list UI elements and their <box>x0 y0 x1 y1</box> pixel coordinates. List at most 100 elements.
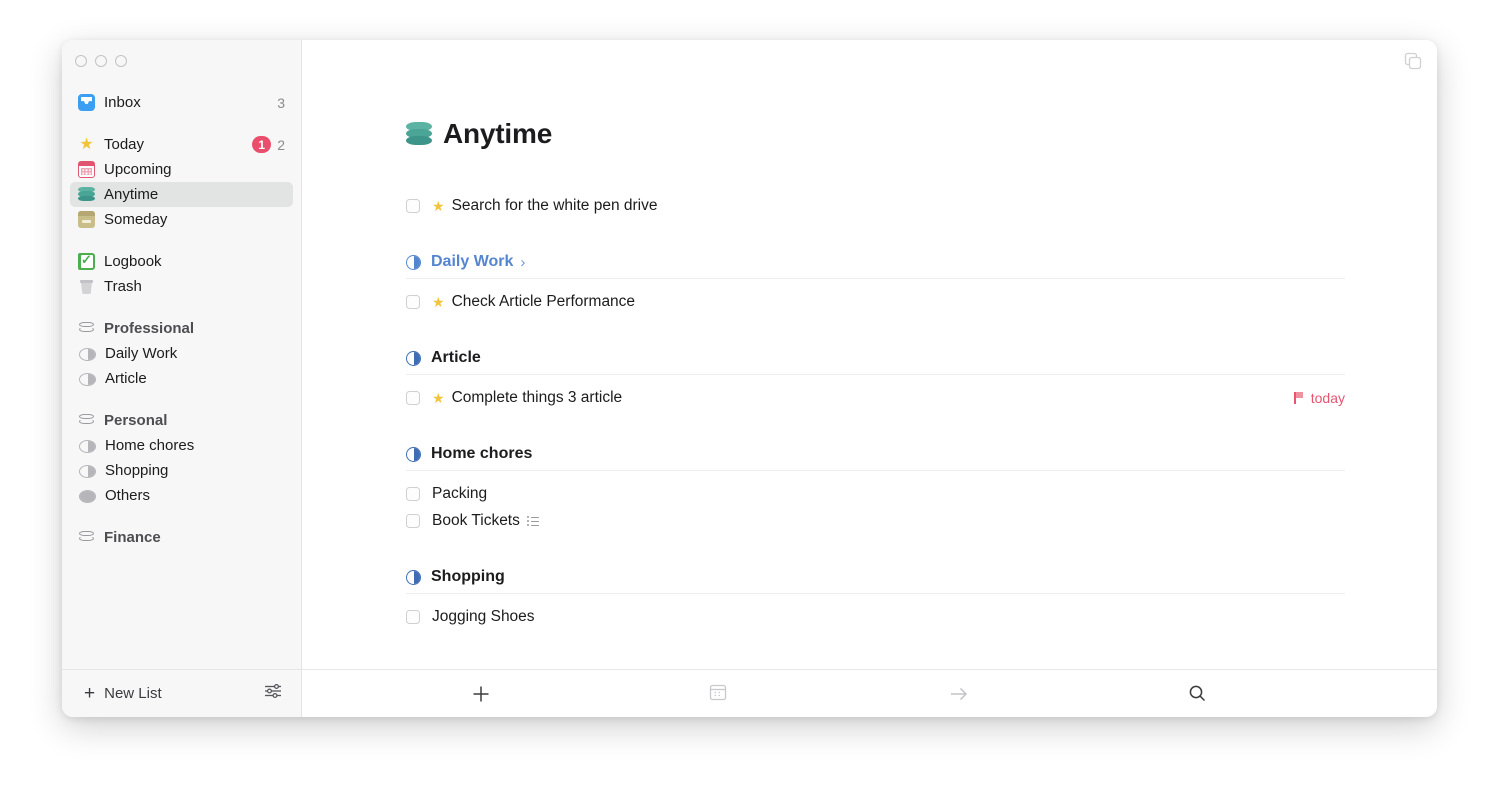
todo-checkbox[interactable] <box>406 514 420 528</box>
sidebar-item-daily-work[interactable]: Daily Work <box>70 341 293 366</box>
close-button[interactable] <box>75 55 87 67</box>
search-icon[interactable] <box>1185 681 1211 707</box>
group-title: Article <box>431 349 481 367</box>
copy-icon[interactable] <box>1402 50 1424 72</box>
bottom-toolbar: + New List <box>62 669 1437 717</box>
sliders-icon[interactable] <box>263 682 283 705</box>
group-items: Jogging Shoes <box>406 594 1345 630</box>
sidebar-item-inbox[interactable]: Inbox 3 <box>70 90 293 115</box>
pie-half-icon <box>79 373 96 386</box>
group-header[interactable]: Article <box>406 349 1345 375</box>
new-list-label: New List <box>104 685 162 702</box>
pie-half-icon <box>406 255 421 270</box>
stack-icon <box>78 320 95 337</box>
todo-title: Search for the white pen drive <box>452 197 658 215</box>
minimize-button[interactable] <box>95 55 107 67</box>
sidebar-item-upcoming[interactable]: Upcoming <box>70 157 293 182</box>
todo-group-daily-work: Daily Work › ★ Check Article Performance <box>406 253 1345 315</box>
status-badge: 1 <box>252 136 271 153</box>
sidebar: Inbox 3 ★ Today 1 2 <box>62 40 302 669</box>
sidebar-item-label: Upcoming <box>104 161 285 178</box>
sidebar-item-label: Home chores <box>105 437 285 454</box>
plus-icon: + <box>84 684 95 703</box>
flag-icon <box>1294 392 1305 404</box>
pie-half-icon <box>79 348 96 361</box>
sidebar-item-home-chores[interactable]: Home chores <box>70 433 293 458</box>
todo-item[interactable]: Packing <box>406 480 1345 507</box>
sidebar-item-label: Logbook <box>104 253 285 270</box>
toolbar-right <box>302 670 1437 717</box>
sidebar-area-personal[interactable]: Personal <box>70 408 293 433</box>
checklist-icon <box>527 516 539 527</box>
todo-group-home-chores: Home chores Packing Book Tickets <box>406 445 1345 534</box>
page-title-row: Anytime <box>406 118 1345 150</box>
sidebar-item-count: 2 <box>277 137 285 153</box>
todo-list-scroll: Anytime ★ Search for the white pen drive <box>302 40 1437 630</box>
traffic-lights <box>62 40 301 70</box>
todo-item[interactable]: ★ Complete things 3 article today <box>406 384 1345 411</box>
group-title: Daily Work <box>431 253 513 271</box>
todo-item[interactable]: Jogging Shoes <box>406 603 1345 630</box>
todo-title: Jogging Shoes <box>432 608 535 626</box>
group-header[interactable]: Daily Work › <box>406 253 1345 279</box>
todo-group-shopping: Shopping Jogging Shoes <box>406 568 1345 630</box>
schedule-calendar-button[interactable] <box>707 681 733 707</box>
sidebar-item-label: Someday <box>104 211 285 228</box>
sidebar-item-label: Article <box>105 370 285 387</box>
calendar-icon <box>78 161 95 178</box>
sidebar-item-anytime[interactable]: Anytime <box>70 182 293 207</box>
todo-title: Check Article Performance <box>452 293 636 311</box>
sidebar-item-someday[interactable]: Someday <box>70 207 293 232</box>
todo-checkbox[interactable] <box>406 391 420 405</box>
todo-checkbox[interactable] <box>406 610 420 624</box>
sidebar-item-shopping[interactable]: Shopping <box>70 458 293 483</box>
maximize-button[interactable] <box>115 55 127 67</box>
sidebar-item-others[interactable]: Others <box>70 483 293 508</box>
trash-icon <box>78 278 95 295</box>
todo-checkbox[interactable] <box>406 295 420 309</box>
sidebar-area-label: Finance <box>104 529 161 546</box>
sidebar-item-label: Shopping <box>105 462 285 479</box>
move-to-button[interactable] <box>946 681 972 707</box>
group-title: Home chores <box>431 445 532 463</box>
group-title: Shopping <box>431 568 505 586</box>
pie-half-icon <box>406 351 421 366</box>
sidebar-area-finance[interactable]: Finance <box>70 525 293 550</box>
when-tag-label: today <box>1311 390 1345 406</box>
pie-half-icon <box>406 447 421 462</box>
chevron-right-icon[interactable]: › <box>520 255 525 270</box>
sidebar-item-trash[interactable]: Trash <box>70 274 293 299</box>
todo-item[interactable]: Book Tickets <box>406 507 1345 534</box>
todo-checkbox[interactable] <box>406 487 420 501</box>
stack-icon <box>78 529 95 546</box>
group-items: ★ Check Article Performance <box>406 279 1345 315</box>
toolbar-left: + New List <box>62 670 302 717</box>
sidebar-group: ★ Today 1 2 Upcoming <box>62 132 301 232</box>
todo-item[interactable]: ★ Search for the white pen drive <box>406 192 1345 219</box>
todo-title: Complete things 3 article <box>452 389 623 407</box>
todo-checkbox[interactable] <box>406 199 420 213</box>
layers-icon <box>78 186 95 203</box>
when-tag[interactable]: today <box>1294 390 1345 406</box>
sidebar-group: Logbook Trash <box>62 249 301 299</box>
sidebar-area-professional[interactable]: Professional <box>70 316 293 341</box>
sidebar-item-article[interactable]: Article <box>70 366 293 391</box>
new-list-button[interactable]: + New List <box>84 684 162 703</box>
todo-item[interactable]: ★ Check Article Performance <box>406 288 1345 315</box>
add-todo-button[interactable] <box>468 681 494 707</box>
page-title: Anytime <box>443 118 552 150</box>
stack-icon <box>78 412 95 429</box>
sidebar-item-today[interactable]: ★ Today 1 2 <box>70 132 293 157</box>
pie-full-icon <box>79 490 96 503</box>
inbox-tray-icon <box>78 94 95 111</box>
app-window: Inbox 3 ★ Today 1 2 <box>62 40 1437 717</box>
todo-group-article: Article ★ Complete things 3 article to <box>406 349 1345 411</box>
screen: Inbox 3 ★ Today 1 2 <box>0 0 1500 799</box>
sidebar-nav: Inbox 3 ★ Today 1 2 <box>62 70 301 669</box>
main-content: Anytime ★ Search for the white pen drive <box>302 40 1437 669</box>
star-icon: ★ <box>78 136 95 153</box>
group-header[interactable]: Home chores <box>406 445 1345 471</box>
sidebar-item-label: Others <box>105 487 285 504</box>
group-header[interactable]: Shopping <box>406 568 1345 594</box>
sidebar-item-logbook[interactable]: Logbook <box>70 249 293 274</box>
